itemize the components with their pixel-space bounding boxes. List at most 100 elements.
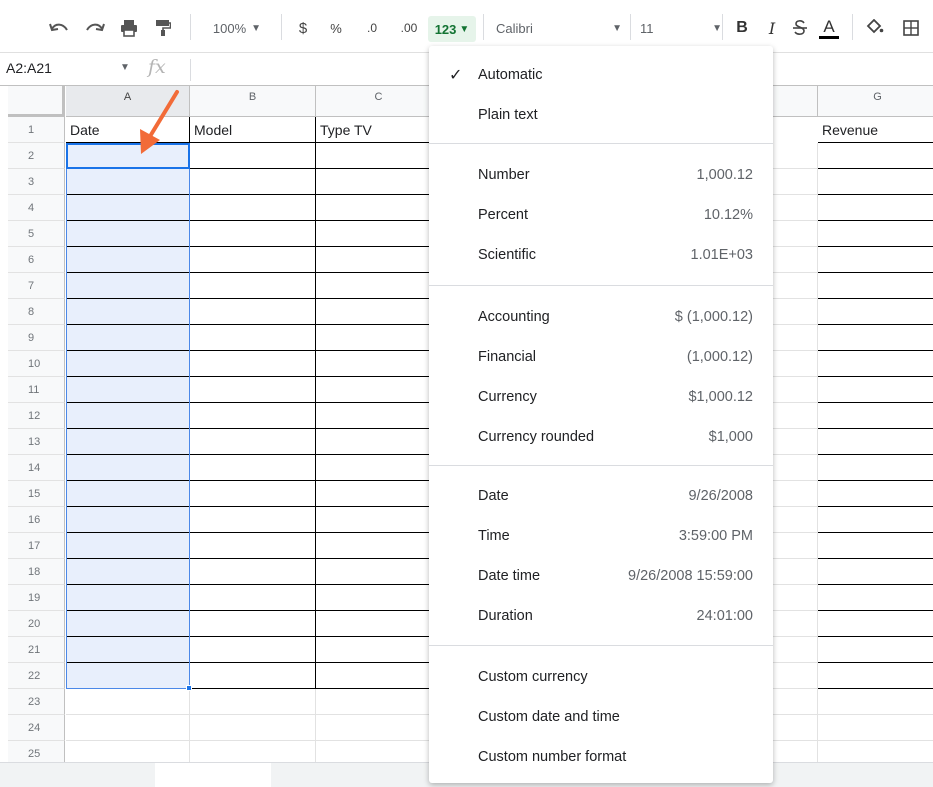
column-header-g[interactable]: G bbox=[818, 86, 933, 117]
cell-g10[interactable] bbox=[818, 351, 933, 377]
cell-g13[interactable] bbox=[818, 429, 933, 455]
format-option-custom-currency[interactable]: Custom currency bbox=[429, 661, 773, 693]
cell-c17[interactable] bbox=[316, 533, 442, 559]
text-color-icon[interactable]: A bbox=[818, 16, 840, 40]
row-header[interactable]: 7 bbox=[8, 273, 65, 299]
cell-b3[interactable] bbox=[190, 169, 316, 195]
print-icon[interactable] bbox=[118, 16, 140, 40]
row-header[interactable]: 15 bbox=[8, 481, 65, 507]
cell-c4[interactable] bbox=[316, 195, 442, 221]
cell-b23[interactable] bbox=[190, 689, 316, 715]
cell-g25[interactable] bbox=[818, 741, 933, 762]
cell-c22[interactable] bbox=[316, 663, 442, 689]
cell-c3[interactable] bbox=[316, 169, 442, 195]
cell-a20[interactable] bbox=[66, 611, 190, 637]
cell-a17[interactable] bbox=[66, 533, 190, 559]
cell-g23[interactable] bbox=[818, 689, 933, 715]
cell-c23[interactable] bbox=[316, 689, 442, 715]
fill-handle[interactable] bbox=[186, 685, 192, 691]
format-option-scientific[interactable]: Scientific 1.01E+03 bbox=[429, 239, 773, 271]
cell-b10[interactable] bbox=[190, 351, 316, 377]
bold-button[interactable]: B bbox=[733, 16, 751, 40]
cell-a13[interactable] bbox=[66, 429, 190, 455]
cell-a8[interactable] bbox=[66, 299, 190, 325]
format-option-percent[interactable]: Percent 10.12% bbox=[429, 199, 773, 231]
cell-a4[interactable] bbox=[66, 195, 190, 221]
row-header[interactable]: 17 bbox=[8, 533, 65, 559]
chevron-down-icon[interactable]: ▼ bbox=[120, 62, 130, 73]
cell-c10[interactable] bbox=[316, 351, 442, 377]
cell-c19[interactable] bbox=[316, 585, 442, 611]
cell-a6[interactable] bbox=[66, 247, 190, 273]
cell-c16[interactable] bbox=[316, 507, 442, 533]
zoom-select[interactable]: 100% ▼ bbox=[205, 16, 269, 40]
increase-decimal-button[interactable]: .00 bbox=[395, 16, 423, 40]
cell-c9[interactable] bbox=[316, 325, 442, 351]
cell-a9[interactable] bbox=[66, 325, 190, 351]
format-option-date[interactable]: Date 9/26/2008 bbox=[429, 480, 773, 512]
name-box[interactable]: A2:A21 bbox=[6, 60, 52, 76]
format-option-plain-text[interactable]: Plain text bbox=[429, 99, 773, 131]
cell-g8[interactable] bbox=[818, 299, 933, 325]
cell-g22[interactable] bbox=[818, 663, 933, 689]
row-header[interactable]: 22 bbox=[8, 663, 65, 689]
cell-a24[interactable] bbox=[66, 715, 190, 741]
cell-c25[interactable] bbox=[316, 741, 442, 762]
cell-a15[interactable] bbox=[66, 481, 190, 507]
cell-b22[interactable] bbox=[190, 663, 316, 689]
cell-g6[interactable] bbox=[818, 247, 933, 273]
cell-b24[interactable] bbox=[190, 715, 316, 741]
format-option-currency[interactable]: Currency $1,000.12 bbox=[429, 381, 773, 413]
column-header-b[interactable]: B bbox=[190, 86, 316, 117]
cell-g15[interactable] bbox=[818, 481, 933, 507]
cell-a21[interactable] bbox=[66, 637, 190, 663]
cell-b14[interactable] bbox=[190, 455, 316, 481]
cell-g16[interactable] bbox=[818, 507, 933, 533]
format-option-number[interactable]: Number 1,000.12 bbox=[429, 159, 773, 191]
row-header[interactable]: 10 bbox=[8, 351, 65, 377]
row-header[interactable]: 25 bbox=[8, 741, 65, 762]
cell-g12[interactable] bbox=[818, 403, 933, 429]
cell-c5[interactable] bbox=[316, 221, 442, 247]
cell-c12[interactable] bbox=[316, 403, 442, 429]
currency-format-button[interactable]: $ bbox=[294, 16, 312, 40]
cell-g21[interactable] bbox=[818, 637, 933, 663]
format-option-automatic[interactable]: ✓ Automatic bbox=[429, 59, 773, 91]
cell-b6[interactable] bbox=[190, 247, 316, 273]
cell-g19[interactable] bbox=[818, 585, 933, 611]
cell-b2[interactable] bbox=[190, 143, 316, 169]
cell-b18[interactable] bbox=[190, 559, 316, 585]
cell-b13[interactable] bbox=[190, 429, 316, 455]
cell-b12[interactable] bbox=[190, 403, 316, 429]
cell-a25[interactable] bbox=[66, 741, 190, 762]
percent-format-button[interactable]: % bbox=[328, 16, 344, 40]
cell-b17[interactable] bbox=[190, 533, 316, 559]
cell-c1[interactable]: Type TV bbox=[316, 117, 442, 143]
font-select[interactable]: Calibri ▼ bbox=[496, 16, 622, 40]
cell-g18[interactable] bbox=[818, 559, 933, 585]
cell-g24[interactable] bbox=[818, 715, 933, 741]
cell-b4[interactable] bbox=[190, 195, 316, 221]
cell-g14[interactable] bbox=[818, 455, 933, 481]
font-size-select[interactable]: 11 ▼ bbox=[640, 16, 722, 40]
cell-c6[interactable] bbox=[316, 247, 442, 273]
cell-a3[interactable] bbox=[66, 169, 190, 195]
cell-c13[interactable] bbox=[316, 429, 442, 455]
row-header[interactable]: 18 bbox=[8, 559, 65, 585]
column-header-c[interactable]: C bbox=[316, 86, 442, 117]
row-header[interactable]: 20 bbox=[8, 611, 65, 637]
cell-b1[interactable]: Model bbox=[190, 117, 316, 143]
more-formats-button[interactable]: 123 ▼ bbox=[428, 16, 476, 42]
redo-icon[interactable] bbox=[84, 16, 106, 40]
cell-c21[interactable] bbox=[316, 637, 442, 663]
cell-b21[interactable] bbox=[190, 637, 316, 663]
format-option-custom-number-format[interactable]: Custom number format bbox=[429, 741, 773, 773]
format-option-currency-rounded[interactable]: Currency rounded $1,000 bbox=[429, 421, 773, 453]
cell-a5[interactable] bbox=[66, 221, 190, 247]
row-header[interactable]: 8 bbox=[8, 299, 65, 325]
row-header[interactable]: 6 bbox=[8, 247, 65, 273]
cell-a18[interactable] bbox=[66, 559, 190, 585]
cell-b20[interactable] bbox=[190, 611, 316, 637]
cell-a7[interactable] bbox=[66, 273, 190, 299]
sheet-tab[interactable] bbox=[155, 763, 271, 787]
